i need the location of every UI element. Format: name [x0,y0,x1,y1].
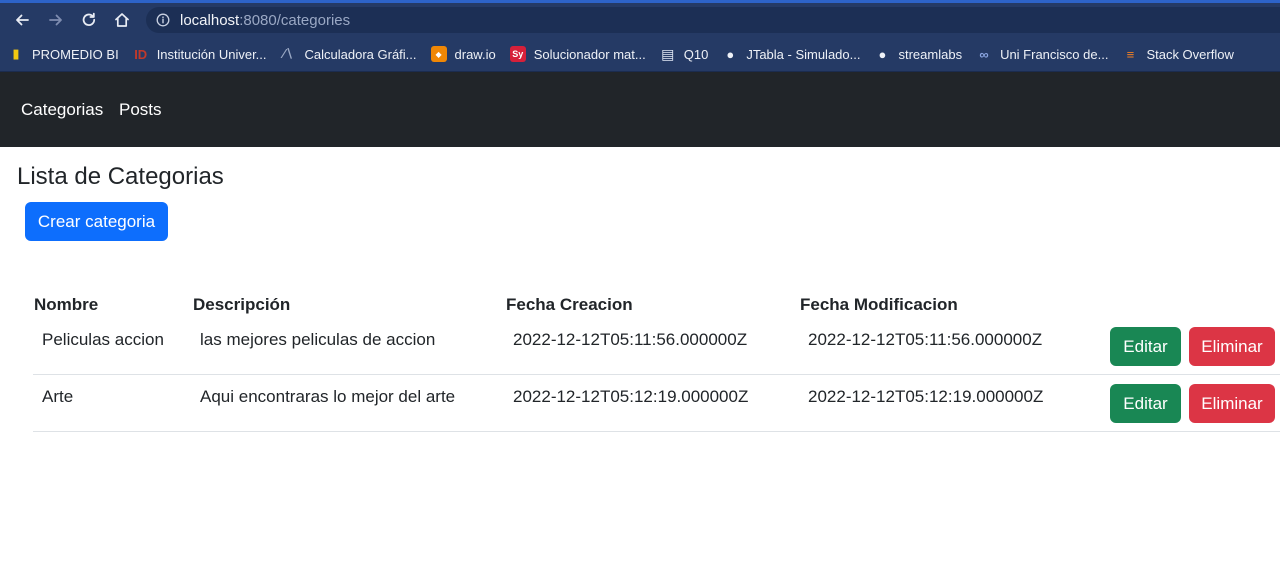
info-icon[interactable] [156,13,170,27]
delete-button[interactable]: Eliminar [1189,384,1275,423]
browser-toolbar: localhost:8080/categories [0,3,1280,37]
bookmark-label: Uni Francisco de... [1000,46,1109,62]
bookmarks-bar: ▮ PROMEDIO BI ID Institución Univer... ∕∖ Cal… [0,37,1280,72]
drawio-icon: ◆ [430,46,447,62]
nav-link-categorias[interactable]: Categorias [21,100,103,120]
bookmark-label: draw.io [454,46,496,62]
cell-descripcion: las mejores peliculas de accion [200,330,436,349]
cell-nombre: Peliculas accion [42,330,164,349]
url-host: localhost [180,11,240,29]
globe-icon: ● [878,46,887,62]
bookmark-item[interactable]: ID Institución Univer... [125,40,273,68]
create-category-button[interactable]: Crear categoria [25,202,168,241]
edit-button[interactable]: Editar [1110,327,1181,366]
back-button[interactable] [8,3,36,37]
bookmark-label: Stack Overflow [1146,46,1234,62]
university-icon: ID [134,46,148,62]
graph-calculator-icon: ∕∖ [282,46,295,61]
edit-button[interactable]: Editar [1110,384,1181,423]
row-divider [33,374,1280,375]
bookmark-item[interactable]: ◆ draw.io [423,40,502,68]
row-divider [33,431,1280,432]
forward-button[interactable] [42,3,70,37]
nav-link-posts[interactable]: Posts [119,100,162,120]
bookmark-label: Q10 [683,46,709,62]
app-navbar: Categorias Posts [0,72,1280,147]
header-fecha-creacion: Fecha Creacion [506,295,633,314]
bookmark-label: JTabla - Simulado... [746,46,861,62]
arrow-right-icon [49,14,62,26]
cell-fecha-creacion: 2022-12-12T05:12:19.000000Z [513,387,749,406]
arrow-left-icon [16,14,29,26]
page-title: Lista de Categorias [17,163,224,190]
bookmark-label: PROMEDIO BI [32,46,119,62]
url-path: :8080/categories [239,11,351,29]
document-icon: ▤ [661,45,675,62]
delete-button[interactable]: Eliminar [1189,327,1275,366]
address-bar[interactable]: localhost:8080/categories [146,7,1280,33]
home-button[interactable] [108,3,136,37]
reload-button[interactable] [75,3,103,37]
cell-fecha-modificacion: 2022-12-12T05:12:19.000000Z [808,387,1044,406]
cell-fecha-creacion: 2022-12-12T05:11:56.000000Z [513,330,748,349]
bookmark-label: Solucionador mat... [533,46,646,62]
bookmark-item[interactable]: Sy Solucionador mat... [502,40,652,68]
home-icon [115,13,129,27]
cell-fecha-modificacion: 2022-12-12T05:11:56.000000Z [808,330,1043,349]
header-descripcion: Descripción [193,295,291,314]
bookmark-label: streamlabs [898,46,963,62]
cell-nombre: Arte [42,387,74,406]
link-icon: ∞ [979,46,989,62]
bookmark-label: Institución Univer... [156,46,267,62]
header-nombre: Nombre [34,295,99,314]
bookmark-label: Calculadora Gráfi... [304,46,417,62]
globe-icon: ● [726,46,735,62]
powerbi-icon: ▮ [12,46,20,61]
bookmark-item[interactable]: ≡ Stack Overflow [1114,40,1239,68]
bookmark-item[interactable]: ● streamlabs [866,40,968,68]
bookmark-item[interactable]: ▤ Q10 [652,40,715,68]
bookmark-item[interactable]: ∞ Uni Francisco de... [968,40,1114,68]
reload-icon [82,12,96,26]
stackoverflow-icon: ≡ [1126,46,1135,62]
bookmark-item[interactable]: ▮ PROMEDIO BI [0,40,125,68]
cell-descripcion: Aqui encontraras lo mejor del arte [200,387,456,406]
bookmark-item[interactable]: ● JTabla - Simulado... [714,40,866,68]
header-fecha-modificacion: Fecha Modificacion [800,295,958,314]
symbolab-icon: Sy [509,46,526,62]
bookmark-item[interactable]: ∕∖ Calculadora Gráfi... [273,40,423,68]
